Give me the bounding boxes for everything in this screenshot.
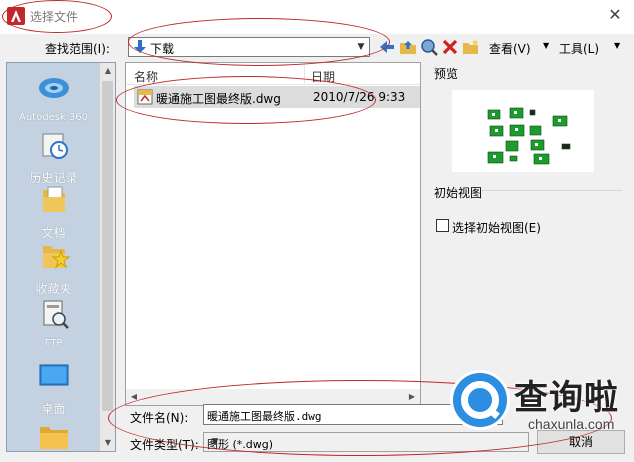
place-desktop[interactable]: 桌面 bbox=[7, 361, 100, 417]
places-bar: Autodesk 360 历史记录 文档 收藏夹 FTP 桌面 ▲ ▼ bbox=[6, 62, 116, 452]
scroll-up-icon[interactable]: ▲ bbox=[100, 63, 116, 79]
places-list: Autodesk 360 历史记录 文档 收藏夹 FTP 桌面 bbox=[7, 63, 100, 451]
place-label: 历史记录 bbox=[29, 171, 78, 185]
window-title: 选择文件 bbox=[30, 10, 79, 24]
watermark-brand: 查询啦 bbox=[514, 378, 619, 418]
chevron-down-icon[interactable]: ▼ bbox=[207, 433, 223, 451]
scroll-thumb[interactable] bbox=[102, 81, 113, 411]
title-bar: 选择文件 ✕ bbox=[0, 0, 634, 34]
documents-icon bbox=[42, 186, 65, 212]
back-arrow-icon[interactable] bbox=[378, 38, 396, 56]
folder-icon bbox=[39, 427, 68, 449]
preview-label: 预览 bbox=[434, 67, 459, 81]
place-ftp[interactable]: FTP bbox=[7, 299, 100, 349]
place-history[interactable]: 历史记录 bbox=[7, 130, 100, 186]
preview-thumbnail bbox=[452, 90, 594, 172]
new-folder-icon[interactable] bbox=[462, 38, 480, 56]
drawing-thumbnail bbox=[487, 107, 571, 165]
delete-icon[interactable] bbox=[441, 38, 459, 56]
column-divider[interactable] bbox=[304, 65, 305, 83]
column-name[interactable]: 名称 bbox=[134, 68, 158, 85]
history-icon bbox=[42, 133, 68, 159]
look-in-value: 下载 bbox=[150, 42, 175, 56]
initial-view-checkbox-label[interactable]: 选择初始视图(E) bbox=[452, 219, 541, 236]
scroll-right-icon[interactable]: ▶ bbox=[404, 389, 420, 405]
file-row[interactable]: 暖通施工图最终版.dwg 2010/7/26 9:33 bbox=[134, 86, 420, 108]
place-documents[interactable]: 文档 bbox=[7, 185, 100, 241]
place-more[interactable] bbox=[7, 419, 100, 452]
group-divider bbox=[482, 190, 622, 191]
watermark-logo: 查询啦 chaxunla.com bbox=[450, 364, 634, 438]
watermark-url: chaxunla.com bbox=[528, 416, 615, 432]
file-list[interactable]: 名称 日期 暖通施工图最终版.dwg 2010/7/26 9:33 ◀ ▶ bbox=[125, 62, 421, 406]
desktop-icon bbox=[39, 364, 68, 386]
file-name-value: 暖通施工图最终版.dwg bbox=[207, 410, 322, 423]
file-date: 2010/7/26 9:33 bbox=[313, 90, 406, 104]
tools-chevron-icon[interactable]: ▼ bbox=[614, 41, 620, 50]
file-type-label: 文件类型(T): bbox=[130, 438, 199, 452]
scroll-down-icon[interactable]: ▼ bbox=[100, 435, 116, 451]
place-autodesk-360[interactable]: Autodesk 360 bbox=[7, 73, 100, 123]
initial-view-checkbox[interactable] bbox=[436, 219, 449, 232]
place-favorites[interactable]: 收藏夹 bbox=[7, 241, 100, 297]
file-name: 暖通施工图最终版.dwg bbox=[156, 92, 281, 106]
up-folder-icon[interactable] bbox=[399, 38, 417, 56]
places-scrollbar[interactable]: ▲ ▼ bbox=[99, 63, 115, 451]
place-label: 收藏夹 bbox=[35, 282, 72, 296]
views-menu[interactable]: 查看(V) bbox=[489, 40, 531, 57]
initial-view-group-label: 初始视图 bbox=[434, 186, 483, 200]
column-header-row: 名称 日期 bbox=[126, 63, 420, 85]
place-label: 文档 bbox=[41, 226, 66, 240]
views-chevron-icon[interactable]: ▼ bbox=[543, 41, 549, 50]
download-folder-icon bbox=[134, 40, 146, 53]
place-label: Autodesk 360 bbox=[19, 112, 88, 123]
look-in-label: 查找范围(I): bbox=[45, 42, 110, 56]
column-date[interactable]: 日期 bbox=[311, 68, 335, 85]
ftp-icon bbox=[43, 300, 69, 329]
search-web-icon[interactable] bbox=[420, 38, 438, 56]
tools-menu[interactable]: 工具(L) bbox=[559, 40, 599, 57]
file-name-label: 文件名(N): bbox=[130, 411, 189, 425]
search-logo-icon bbox=[450, 370, 510, 430]
chevron-down-icon[interactable]: ▼ bbox=[353, 38, 369, 56]
autodesk-360-icon bbox=[38, 78, 69, 98]
favorites-icon bbox=[42, 246, 70, 269]
horizontal-scrollbar[interactable]: ◀ ▶ bbox=[126, 389, 420, 405]
place-label: FTP bbox=[44, 338, 63, 349]
scroll-left-icon[interactable]: ◀ bbox=[126, 389, 142, 405]
place-label: 桌面 bbox=[41, 402, 66, 416]
close-button[interactable]: ✕ bbox=[604, 4, 626, 26]
dwg-file-icon bbox=[137, 89, 153, 105]
look-in-dropdown[interactable]: 下载 ▼ bbox=[128, 37, 370, 57]
autocad-logo-icon bbox=[7, 7, 25, 25]
